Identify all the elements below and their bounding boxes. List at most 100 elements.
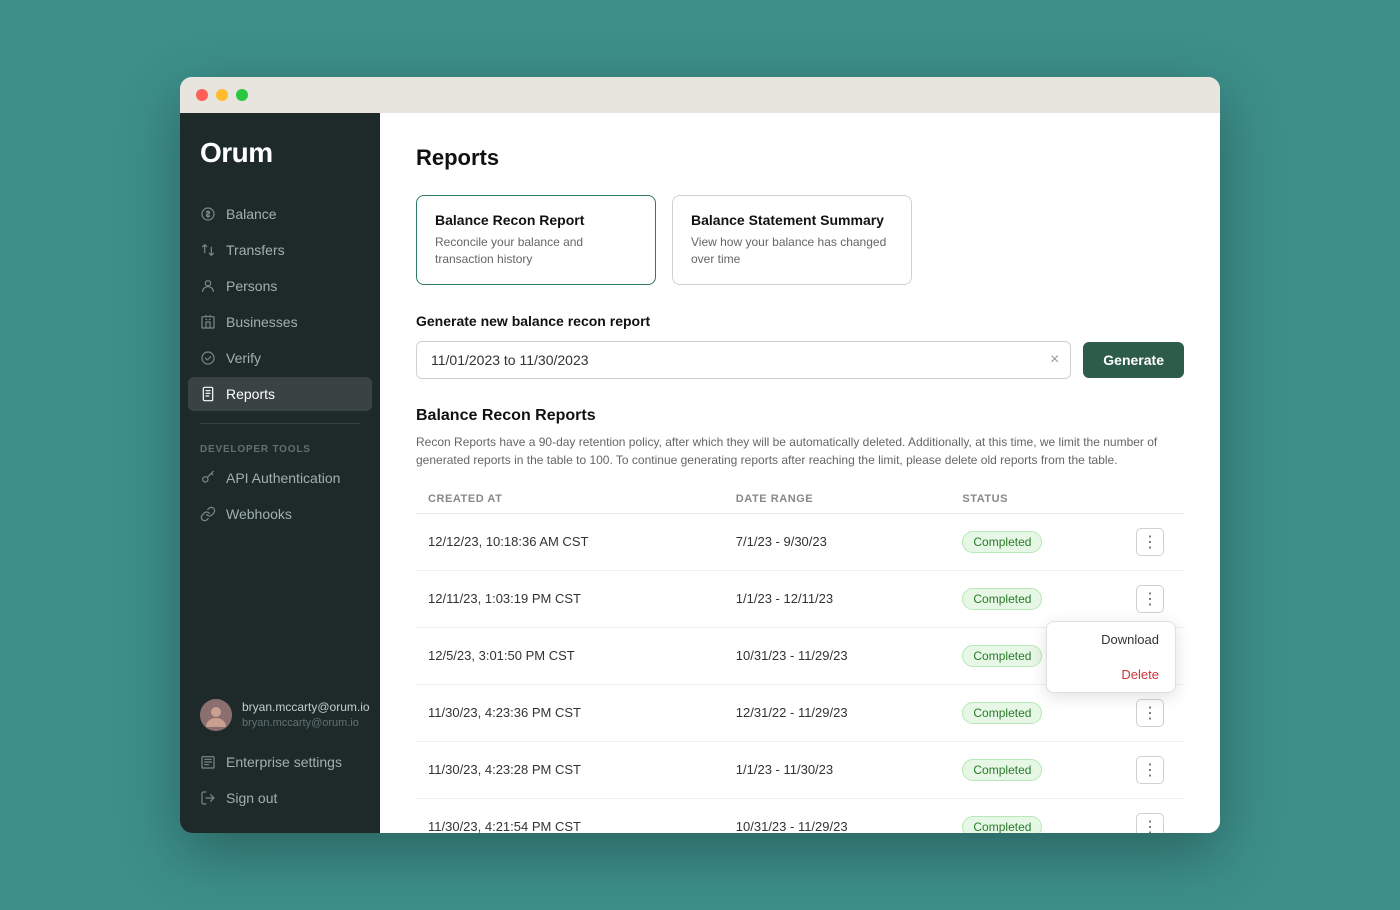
- table-header: CREATED AT DATE RANGE STATUS: [416, 485, 1184, 514]
- row-action-menu-button[interactable]: ⋮: [1136, 528, 1164, 556]
- cell-created-at: 12/12/23, 10:18:36 AM CST: [416, 513, 724, 570]
- key-icon: [200, 470, 216, 486]
- person-icon: [200, 278, 216, 294]
- main-content: Reports Balance Recon Report Reconcile y…: [380, 113, 1220, 833]
- status-badge: Completed: [962, 645, 1042, 667]
- close-dot[interactable]: [196, 89, 208, 101]
- generate-button[interactable]: Generate: [1083, 342, 1184, 378]
- sidebar-item-businesses[interactable]: Businesses: [188, 305, 372, 339]
- status-badge: Completed: [962, 702, 1042, 724]
- avatar-image: [200, 699, 232, 731]
- status-badge: Completed: [962, 531, 1042, 553]
- cell-status: Completed: [950, 741, 1124, 798]
- report-cards-container: Balance Recon Report Reconcile your bala…: [416, 195, 1184, 285]
- sidebar-nav: Balance Transfers Persons Businesses: [180, 197, 380, 689]
- developer-tools-label: DEVELOPER TOOLS: [188, 436, 372, 461]
- col-header-date-range: DATE RANGE: [724, 485, 951, 514]
- report-card-balance-statement-desc: View how your balance has changed over t…: [691, 234, 893, 268]
- sidebar-item-api-auth-label: API Authentication: [226, 470, 340, 486]
- reports-table-title: Balance Recon Reports: [416, 407, 1184, 425]
- sidebar-item-persons[interactable]: Persons: [188, 269, 372, 303]
- col-header-actions: [1124, 485, 1184, 514]
- report-card-balance-recon[interactable]: Balance Recon Report Reconcile your bala…: [416, 195, 656, 285]
- check-circle-icon: [200, 350, 216, 366]
- sidebar-item-balance-label: Balance: [226, 206, 277, 222]
- sidebar-item-verify-label: Verify: [226, 350, 261, 366]
- user-profile: bryan.mccarty@orum.io bryan.mccarty@orum…: [188, 689, 372, 741]
- sidebar-item-webhooks[interactable]: Webhooks: [188, 497, 372, 531]
- table-row: 12/11/23, 1:03:19 PM CST 1/1/23 - 12/11/…: [416, 570, 1184, 627]
- col-header-status: STATUS: [950, 485, 1124, 514]
- building-icon: [200, 314, 216, 330]
- app-container: Orum Balance Transfers Persons: [180, 113, 1220, 833]
- cell-status: Completed: [950, 513, 1124, 570]
- action-cell: ⋮ Download Delete: [1124, 570, 1184, 627]
- dropdown-delete[interactable]: Delete: [1047, 657, 1175, 692]
- status-badge: Completed: [962, 588, 1042, 610]
- dollar-circle-icon: [200, 206, 216, 222]
- cell-date-range: 1/1/23 - 11/30/23: [724, 741, 951, 798]
- status-badge: Completed: [962, 816, 1042, 833]
- avatar: [200, 699, 232, 731]
- sidebar-item-sign-out[interactable]: Sign out: [188, 781, 372, 815]
- cell-created-at: 11/30/23, 4:23:36 PM CST: [416, 684, 724, 741]
- cell-created-at: 12/5/23, 3:01:50 PM CST: [416, 627, 724, 684]
- generate-section-title: Generate new balance recon report: [416, 313, 1184, 329]
- user-info: bryan.mccarty@orum.io bryan.mccarty@orum…: [242, 700, 370, 730]
- table-body: 12/12/23, 10:18:36 AM CST 7/1/23 - 9/30/…: [416, 513, 1184, 833]
- reports-table: CREATED AT DATE RANGE STATUS 12/12/23, 1…: [416, 485, 1184, 833]
- action-cell: ⋮: [1124, 684, 1184, 741]
- report-card-balance-statement[interactable]: Balance Statement Summary View how your …: [672, 195, 912, 285]
- generate-row: × Generate: [416, 341, 1184, 379]
- sidebar-item-businesses-label: Businesses: [226, 314, 298, 330]
- cell-date-range: 1/1/23 - 12/11/23: [724, 570, 951, 627]
- maximize-dot[interactable]: [236, 89, 248, 101]
- enterprise-settings-label: Enterprise settings: [226, 754, 342, 770]
- sidebar-item-reports[interactable]: Reports: [188, 377, 372, 411]
- cell-date-range: 12/31/22 - 11/29/23: [724, 684, 951, 741]
- row-action-menu-button[interactable]: ⋮: [1136, 756, 1164, 784]
- cell-created-at: 12/11/23, 1:03:19 PM CST: [416, 570, 724, 627]
- dropdown-download[interactable]: Download: [1047, 622, 1175, 657]
- table-row: 11/30/23, 4:21:54 PM CST 10/31/23 - 11/2…: [416, 798, 1184, 833]
- user-name: bryan.mccarty@orum.io: [242, 700, 370, 716]
- date-input-wrapper: ×: [416, 341, 1071, 379]
- action-cell: ⋮: [1124, 513, 1184, 570]
- sidebar-item-balance[interactable]: Balance: [188, 197, 372, 231]
- row-action-menu-button[interactable]: ⋮: [1136, 699, 1164, 727]
- sidebar-item-api-auth[interactable]: API Authentication: [188, 461, 372, 495]
- page-title: Reports: [416, 145, 1184, 171]
- policy-note: Recon Reports have a 90-day retention po…: [416, 433, 1184, 469]
- row-action-menu-button[interactable]: ⋮: [1136, 585, 1164, 613]
- status-badge: Completed: [962, 759, 1042, 781]
- settings-icon: [200, 754, 216, 770]
- cell-status: Completed: [950, 684, 1124, 741]
- document-icon: [200, 386, 216, 402]
- action-cell: ⋮: [1124, 798, 1184, 833]
- col-header-created-at: CREATED AT: [416, 485, 724, 514]
- clear-date-button[interactable]: ×: [1050, 352, 1059, 368]
- report-card-balance-statement-title: Balance Statement Summary: [691, 212, 893, 228]
- action-dropdown-menu: Download Delete: [1046, 621, 1176, 693]
- app-logo: Orum: [180, 113, 380, 197]
- sidebar-item-verify[interactable]: Verify: [188, 341, 372, 375]
- report-card-balance-recon-title: Balance Recon Report: [435, 212, 637, 228]
- date-range-input[interactable]: [416, 341, 1071, 379]
- minimize-dot[interactable]: [216, 89, 228, 101]
- report-card-balance-recon-desc: Reconcile your balance and transaction h…: [435, 234, 637, 268]
- sidebar: Orum Balance Transfers Persons: [180, 113, 380, 833]
- sign-out-icon: [200, 790, 216, 806]
- cell-date-range: 7/1/23 - 9/30/23: [724, 513, 951, 570]
- cell-created-at: 11/30/23, 4:23:28 PM CST: [416, 741, 724, 798]
- row-action-menu-button[interactable]: ⋮: [1136, 813, 1164, 833]
- link-icon: [200, 506, 216, 522]
- action-cell: ⋮: [1124, 741, 1184, 798]
- sidebar-item-enterprise-settings[interactable]: Enterprise settings: [188, 745, 372, 779]
- sidebar-divider: [200, 423, 360, 424]
- cell-date-range: 10/31/23 - 11/29/23: [724, 627, 951, 684]
- table-row: 11/30/23, 4:23:28 PM CST 1/1/23 - 11/30/…: [416, 741, 1184, 798]
- sidebar-item-transfers[interactable]: Transfers: [188, 233, 372, 267]
- cell-status: Completed: [950, 798, 1124, 833]
- cell-status: Completed: [950, 570, 1124, 627]
- table-row: 11/30/23, 4:23:36 PM CST 12/31/22 - 11/2…: [416, 684, 1184, 741]
